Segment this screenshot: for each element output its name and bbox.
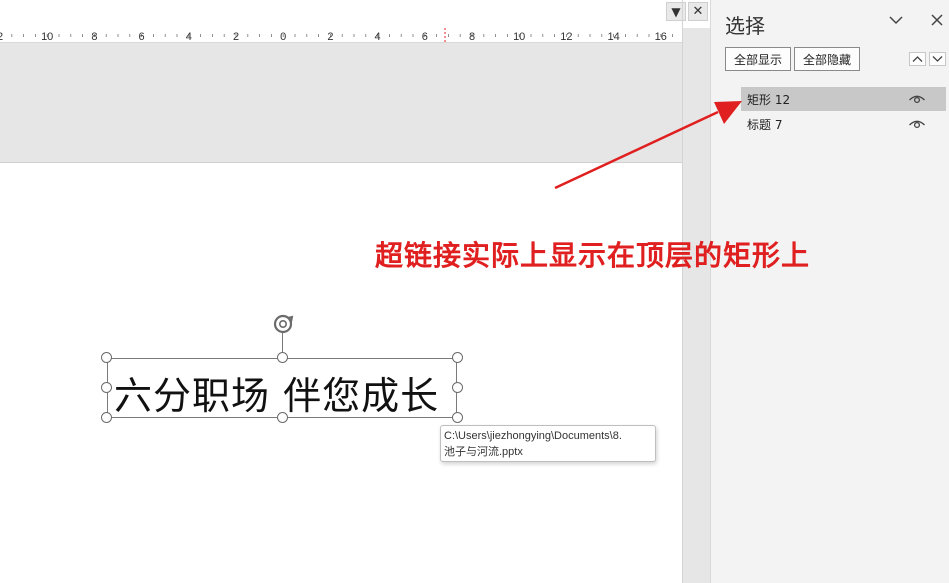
ruler-label: 8 [469, 31, 475, 43]
pane-title: 选择 [725, 14, 765, 38]
annotation-label: 超链接实际上显示在顶层的矩形上 [375, 239, 811, 272]
chevron-down-icon [932, 56, 943, 62]
resize-handle-bottom-left[interactable] [101, 412, 112, 423]
ruler-label: 4 [186, 31, 192, 43]
tooltip-line-file: 池子与河流.pptx [444, 446, 523, 458]
resize-handle-top-left[interactable] [101, 352, 112, 363]
ruler-label: 2 [327, 31, 333, 43]
resize-handle-left[interactable] [101, 382, 112, 393]
resize-handle-top[interactable] [277, 352, 288, 363]
shape-list-item-title[interactable]: 标题 7 [741, 112, 946, 136]
chevron-up-icon [912, 56, 923, 62]
show-all-button[interactable]: 全部显示 [725, 47, 791, 71]
ruler-label: 8 [91, 31, 97, 43]
shape-item-label: 标题 7 [747, 117, 783, 132]
ruler-label: 10 [513, 31, 525, 43]
resize-handle-bottom[interactable] [277, 412, 288, 423]
menu-dropdown-button[interactable]: ▼ [666, 2, 686, 21]
eye-icon[interactable] [908, 91, 926, 107]
ruler-label: 16 [655, 31, 667, 43]
hide-all-button[interactable]: 全部隐藏 [794, 47, 860, 71]
resize-handle-top-right[interactable] [452, 352, 463, 363]
ruler-label: 0 [280, 31, 286, 43]
selection-pane: 选择 全部显示 全部隐藏 矩形 12 标题 7 [710, 0, 949, 583]
shape-list-item-rectangle[interactable]: 矩形 12 [741, 87, 946, 111]
rotate-handle-icon[interactable] [271, 312, 295, 336]
ruler-label: 14 [607, 31, 619, 43]
bring-forward-button[interactable] [909, 52, 926, 66]
editor-top-strip: ▼ ✕ [0, 0, 710, 28]
ruler-label: 12 [560, 31, 572, 43]
horizontal-ruler[interactable]: 2 10 8 6 4 2 0 2 4 6 8 10 12 14 16 [0, 28, 682, 43]
ruler-label: 6 [139, 31, 145, 43]
send-backward-button[interactable] [929, 52, 946, 66]
ruler-label: 10 [41, 31, 53, 43]
editor-area: ▼ ✕ 2 10 8 6 4 2 0 2 4 6 8 10 12 14 16 六分职场 伴您成长 C:\Us… [0, 0, 710, 583]
chevron-down-icon[interactable] [887, 11, 905, 29]
textbox-text[interactable]: 六分职场 伴您成长 [114, 365, 439, 420]
shape-item-label: 矩形 12 [747, 92, 791, 107]
selected-text-box[interactable]: 六分职场 伴您成长 [107, 358, 457, 418]
ruler-label: 6 [422, 31, 428, 43]
ruler-label: 2 [0, 31, 3, 43]
resize-handle-bottom-right[interactable] [452, 412, 463, 423]
resize-handle-right[interactable] [452, 382, 463, 393]
eye-icon[interactable] [908, 116, 926, 132]
rotate-handle-line [282, 333, 283, 353]
close-button[interactable]: ✕ [688, 2, 708, 21]
editor-divider [682, 0, 683, 583]
tooltip-line-path: C:\Users\jiezhongying\Documents\8. [444, 430, 622, 442]
hyperlink-tooltip: C:\Users\jiezhongying\Documents\8. 池子与河流… [440, 425, 656, 462]
ruler-label: 2 [233, 31, 239, 43]
ruler-label: 4 [375, 31, 381, 43]
close-icon[interactable] [929, 12, 945, 28]
ruler-scale: 2 10 8 6 4 2 0 2 4 6 8 10 12 14 16 [0, 28, 673, 43]
